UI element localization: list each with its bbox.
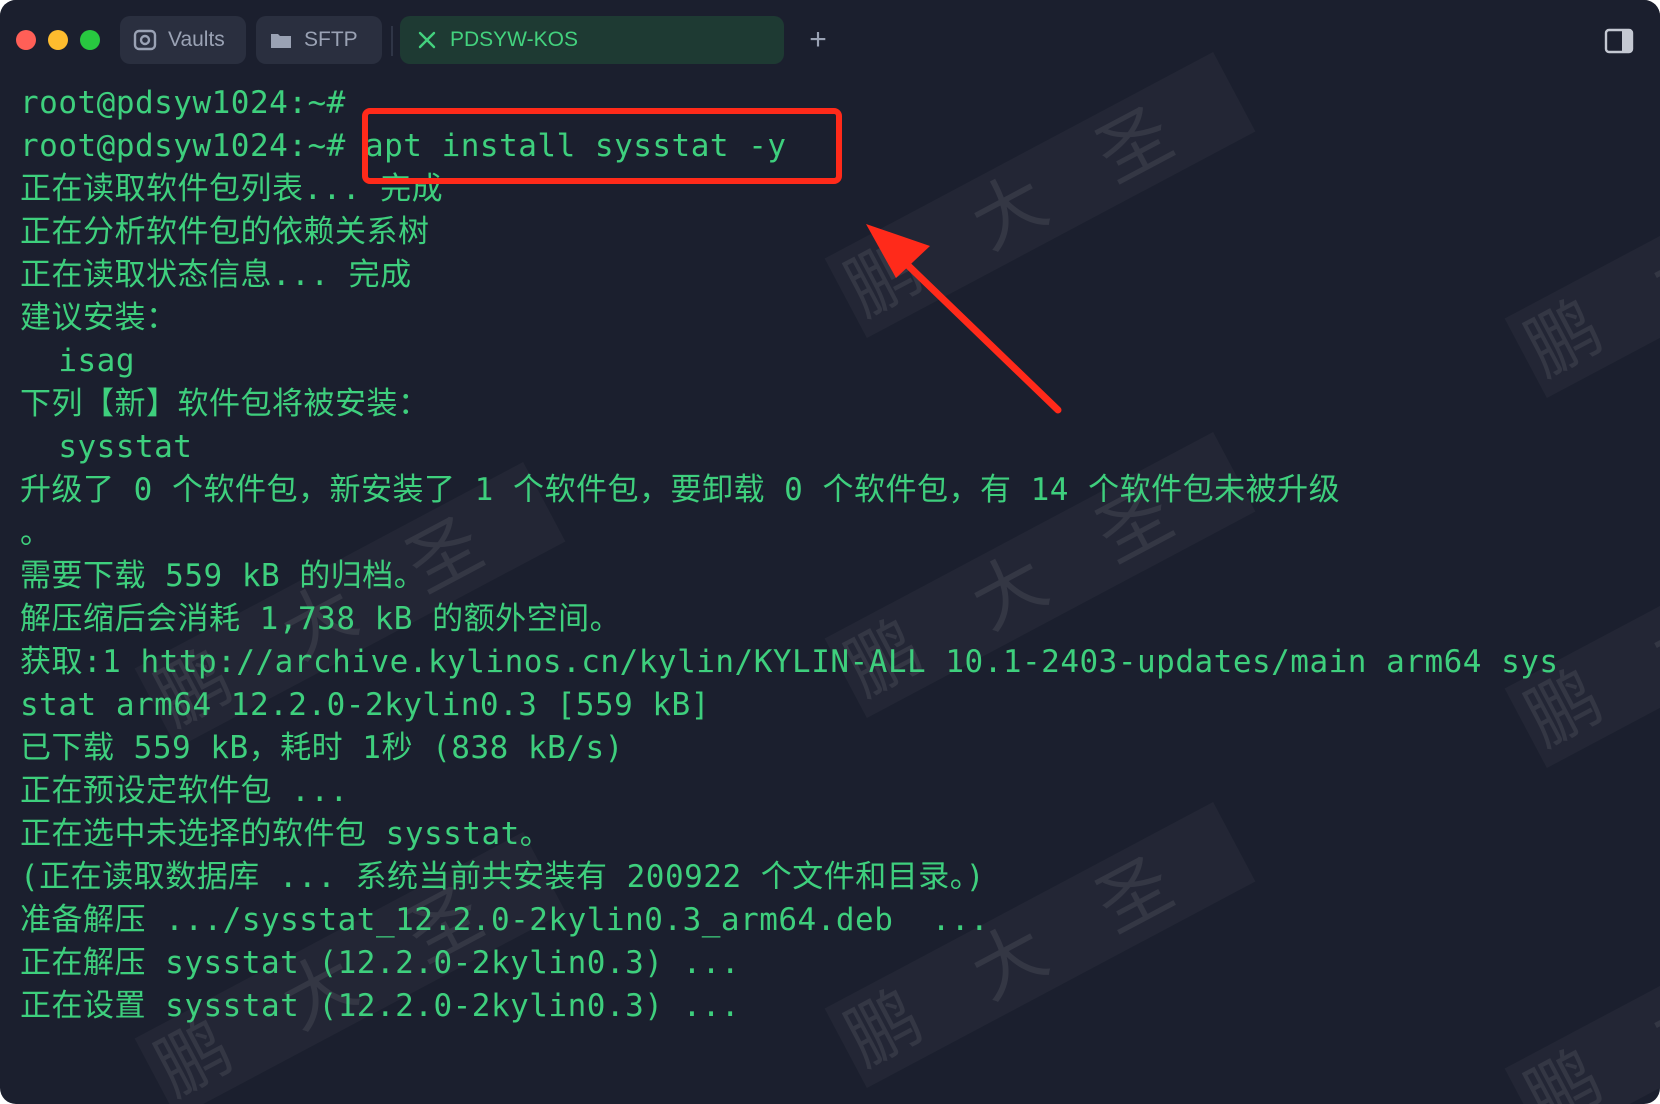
maximize-window-button[interactable] <box>80 30 100 50</box>
terminal-line: isag <box>20 343 135 379</box>
terminal-line: 下列【新】软件包将被安装： <box>20 386 430 422</box>
terminal-output[interactable]: root@pdsyw1024:~# root@pdsyw1024:~# apt … <box>20 82 1650 1028</box>
folder-icon <box>268 27 294 53</box>
command-highlight-box <box>362 108 842 184</box>
terminal-window: Vaults SFTP PDSYW-KOS + 鹏大圣 鹏大圣 鹏大圣 鹏大圣 … <box>0 0 1660 1104</box>
tab-divider <box>391 26 393 56</box>
terminal-line: 建议安装： <box>20 300 178 336</box>
terminal-line: 正在选中未选择的软件包 sysstat。 <box>20 816 552 852</box>
close-icon[interactable] <box>414 27 440 53</box>
close-window-button[interactable] <box>16 30 36 50</box>
tab-pdsyw-kos[interactable]: PDSYW-KOS <box>400 16 784 64</box>
sidebar-toggle-icon[interactable] <box>1604 28 1634 54</box>
terminal-line: 获取:1 http://archive.kylinos.cn/kylin/KYL… <box>20 644 1559 680</box>
terminal-line: 正在预设定软件包 ... <box>20 773 349 809</box>
new-tab-button[interactable]: + <box>800 20 836 60</box>
tab-vaults[interactable]: Vaults <box>120 16 246 64</box>
terminal-line: 正在解压 sysstat (12.2.0-2kylin0.3) ... <box>20 945 741 981</box>
terminal-line: 已下载 559 kB，耗时 1秒 (838 kB/s) <box>20 730 624 766</box>
title-bar: Vaults SFTP PDSYW-KOS + <box>0 0 1660 84</box>
tab-pdsyw-kos-label: PDSYW-KOS <box>450 28 578 51</box>
terminal-line: stat arm64 12.2.0-2kylin0.3 [559 kB] <box>20 687 710 723</box>
terminal-line: 准备解压 .../sysstat_12.2.0-2kylin0.3_arm64.… <box>20 902 990 938</box>
terminal-line: 正在分析软件包的依赖关系树 <box>20 214 430 250</box>
minimize-window-button[interactable] <box>48 30 68 50</box>
terminal-line: 解压缩后会消耗 1,738 kB 的额外空间。 <box>20 601 622 637</box>
terminal-line: 。 <box>20 515 52 551</box>
tab-sftp[interactable]: SFTP <box>256 16 382 64</box>
terminal-line: 升级了 0 个软件包，新安装了 1 个软件包，要卸载 0 个软件包，有 14 个… <box>20 472 1341 508</box>
terminal-line: 需要下载 559 kB 的归档。 <box>20 558 426 594</box>
terminal-line: (正在读取数据库 ... 系统当前共安装有 200922 个文件和目录。) <box>20 859 985 895</box>
tab-sftp-label: SFTP <box>304 28 358 51</box>
terminal-line: sysstat <box>20 429 193 465</box>
tab-vaults-label: Vaults <box>168 28 225 51</box>
vault-icon <box>132 27 158 53</box>
terminal-line: 正在读取状态信息... 完成 <box>20 257 412 293</box>
terminal-line: 正在设置 sysstat (12.2.0-2kylin0.3) ... <box>20 988 741 1024</box>
